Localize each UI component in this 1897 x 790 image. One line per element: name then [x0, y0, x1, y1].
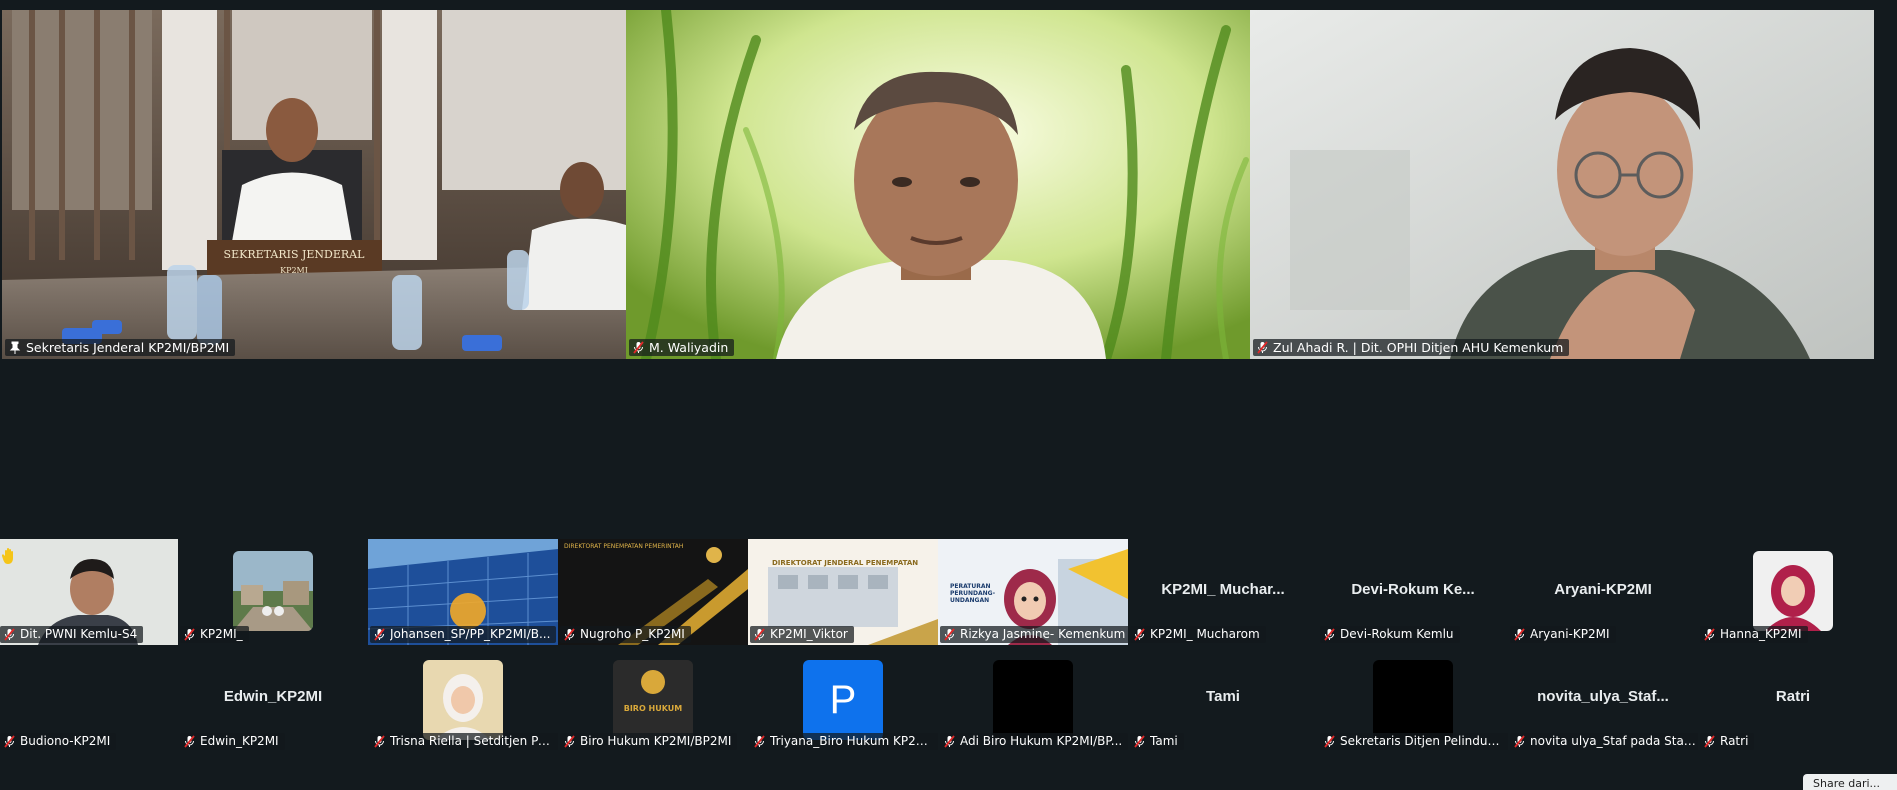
- avatar-logo-text: BIRO HUKUM: [623, 704, 683, 713]
- participant-tile[interactable]: Dit. PWNI Kemlu-S4: [0, 539, 178, 645]
- share-button[interactable]: Share dari...: [1803, 774, 1897, 790]
- participant-tile[interactable]: Johansen_SP/PP_KP2MI/B...: [368, 539, 558, 645]
- speaker-tile-2[interactable]: M. Waliyadin: [626, 10, 1250, 359]
- muted-mic-icon: [374, 735, 385, 748]
- muted-mic-icon: [1134, 628, 1145, 641]
- speaker-tile-1[interactable]: SEKRETARIS JENDERAL KP2MI Sekretaris Jen…: [2, 10, 626, 359]
- participant-name-label: Nugroho P_KP2MI: [560, 626, 691, 643]
- muted-mic-icon: [1514, 628, 1525, 641]
- participant-display-name: KP2MI_ Muchar...: [1161, 581, 1285, 598]
- participant-tile[interactable]: Hanna_KP2MI: [1698, 539, 1888, 645]
- participant-tile[interactable]: BIRO HUKUM Biro Hukum KP2MI/BP2MI: [558, 646, 748, 752]
- participant-name-label: Hanna_KP2MI: [1700, 626, 1808, 643]
- participant-name-label: Dit. PWNI Kemlu-S4: [0, 626, 144, 643]
- participant-tile[interactable]: Devi-Rokum Ke... Devi-Rokum Kemlu: [1318, 539, 1508, 645]
- participant-name-label: Budiono-KP2MI: [0, 733, 117, 750]
- muted-mic-icon: [1704, 735, 1715, 748]
- muted-mic-icon: [633, 341, 644, 354]
- muted-mic-icon: [184, 735, 195, 748]
- participant-name-label: Biro Hukum KP2MI/BP2MI: [560, 733, 738, 750]
- participant-name-label: Johansen_SP/PP_KP2MI/B...: [370, 626, 557, 643]
- muted-mic-icon: [1324, 628, 1335, 641]
- participant-avatar: [1753, 551, 1833, 631]
- speaker-name-label: Zul Ahadi R. | Dit. OPHI Ditjen AHU Keme…: [1253, 339, 1570, 356]
- participant-display-name: Edwin_KP2MI: [223, 688, 323, 705]
- muted-mic-icon: [754, 628, 765, 641]
- virtual-background-banner: DIREKTORAT JENDERAL PENEMPATAN: [772, 559, 919, 567]
- muted-mic-icon: [1134, 735, 1145, 748]
- participant-tile[interactable]: DIREKTORAT PENEMPATAN PEMERINTAH Nugroho…: [558, 539, 748, 645]
- speaker-video-2: [626, 10, 1250, 359]
- participant-name-label: Tami: [1130, 733, 1184, 750]
- participant-tile[interactable]: Aryani-KP2MI Aryani-KP2MI: [1508, 539, 1698, 645]
- participant-display-name: novita_ulya_Staf...: [1537, 688, 1669, 705]
- virtual-background-banner: PERATURAN PERUNDANG-UNDANGAN: [950, 583, 996, 604]
- muted-mic-icon: [184, 628, 195, 641]
- participant-name-label: Edwin_KP2MI: [180, 733, 285, 750]
- participant-display-name: Aryani-KP2MI: [1554, 581, 1652, 598]
- muted-mic-icon: [1514, 735, 1525, 748]
- participant-name-label: Devi-Rokum Kemlu: [1320, 626, 1460, 643]
- avatar-initial: P: [829, 677, 857, 722]
- speaker-name-label: M. Waliyadin: [629, 339, 735, 356]
- muted-mic-icon: [4, 735, 15, 748]
- participant-name-label: Sekretaris Ditjen Pelindun...: [1320, 733, 1508, 750]
- participant-tile[interactable]: novita_ulya_Staf... novita ulya_Staf pad…: [1508, 646, 1698, 752]
- participant-name-label: Trisna Riella | Setditjen Pe...: [370, 733, 558, 750]
- participant-name-label: novita ulya_Staf pada Staf...: [1510, 733, 1698, 750]
- participant-name-label: KP2MI_: [180, 626, 249, 643]
- participant-tile[interactable]: DIREKTORAT JENDERAL PENEMPATAN KP2MI_Vik…: [748, 539, 938, 645]
- muted-mic-icon: [374, 628, 385, 641]
- participant-tile[interactable]: Edwin_KP2MI Edwin_KP2MI: [178, 646, 368, 752]
- speaker-video-1: SEKRETARIS JENDERAL KP2MI: [2, 10, 626, 359]
- participant-avatar: P: [803, 660, 883, 740]
- muted-mic-icon: [944, 735, 955, 748]
- participant-name-label: Aryani-KP2MI: [1510, 626, 1616, 643]
- participant-name-label: Triyana_Biro Hukum KP2M...: [750, 733, 938, 750]
- participant-display-name: Tami: [1206, 688, 1240, 705]
- muted-mic-icon: [754, 735, 765, 748]
- participant-tile[interactable]: P Triyana_Biro Hukum KP2M...: [748, 646, 938, 752]
- participant-avatar: [233, 551, 313, 631]
- participant-avatar: [1373, 660, 1453, 740]
- participant-tile[interactable]: Adi Biro Hukum KP2MI/BP...: [938, 646, 1128, 752]
- virtual-background-banner: DIREKTORAT PENEMPATAN PEMERINTAH: [564, 543, 684, 550]
- participant-name-label: Adi Biro Hukum KP2MI/BP...: [940, 733, 1128, 750]
- nameplate-text: SEKRETARIS JENDERAL: [224, 248, 366, 261]
- participant-tile[interactable]: Ratri Ratri: [1698, 646, 1888, 752]
- participant-tile[interactable]: Budiono-KP2MI: [0, 646, 178, 752]
- speaker-tile-3[interactable]: Zul Ahadi R. | Dit. OPHI Ditjen AHU Keme…: [1250, 10, 1874, 359]
- participant-tile[interactable]: Tami Tami: [1128, 646, 1318, 752]
- muted-mic-icon: [1704, 628, 1715, 641]
- participant-name-label: Ratri: [1700, 733, 1755, 750]
- speaker-name-label: Sekretaris Jenderal KP2MI/BP2MI: [5, 339, 236, 356]
- participant-avatar: [423, 660, 503, 740]
- participant-display-name: Ratri: [1775, 688, 1811, 705]
- participant-tile[interactable]: Trisna Riella | Setditjen Pe...: [368, 646, 558, 752]
- participant-name-label: KP2MI_Viktor: [750, 626, 854, 643]
- participant-display-name: Devi-Rokum Ke...: [1351, 581, 1475, 598]
- muted-mic-icon: [1257, 341, 1268, 354]
- participant-name-label: Rizkya Jasmine- Kemenkum: [940, 626, 1128, 643]
- raised-hand-icon: [2, 548, 13, 564]
- participant-tile[interactable]: PERATURAN PERUNDANG-UNDANGAN Rizkya Jasm…: [938, 539, 1128, 645]
- participant-avatar: [993, 660, 1073, 740]
- participant-name-label: KP2MI_ Mucharom: [1130, 626, 1266, 643]
- speaker-video-3: [1250, 10, 1874, 359]
- muted-mic-icon: [4, 628, 15, 641]
- pin-icon: [9, 341, 21, 354]
- muted-mic-icon: [1324, 735, 1335, 748]
- muted-mic-icon: [564, 628, 575, 641]
- muted-mic-icon: [564, 735, 575, 748]
- muted-mic-icon: [944, 628, 955, 641]
- participant-avatar: BIRO HUKUM: [613, 660, 693, 740]
- participant-tile[interactable]: KP2MI_: [178, 539, 368, 645]
- participant-tile[interactable]: KP2MI_ Muchar... KP2MI_ Mucharom: [1128, 539, 1318, 645]
- participant-tile[interactable]: Sekretaris Ditjen Pelindun...: [1318, 646, 1508, 752]
